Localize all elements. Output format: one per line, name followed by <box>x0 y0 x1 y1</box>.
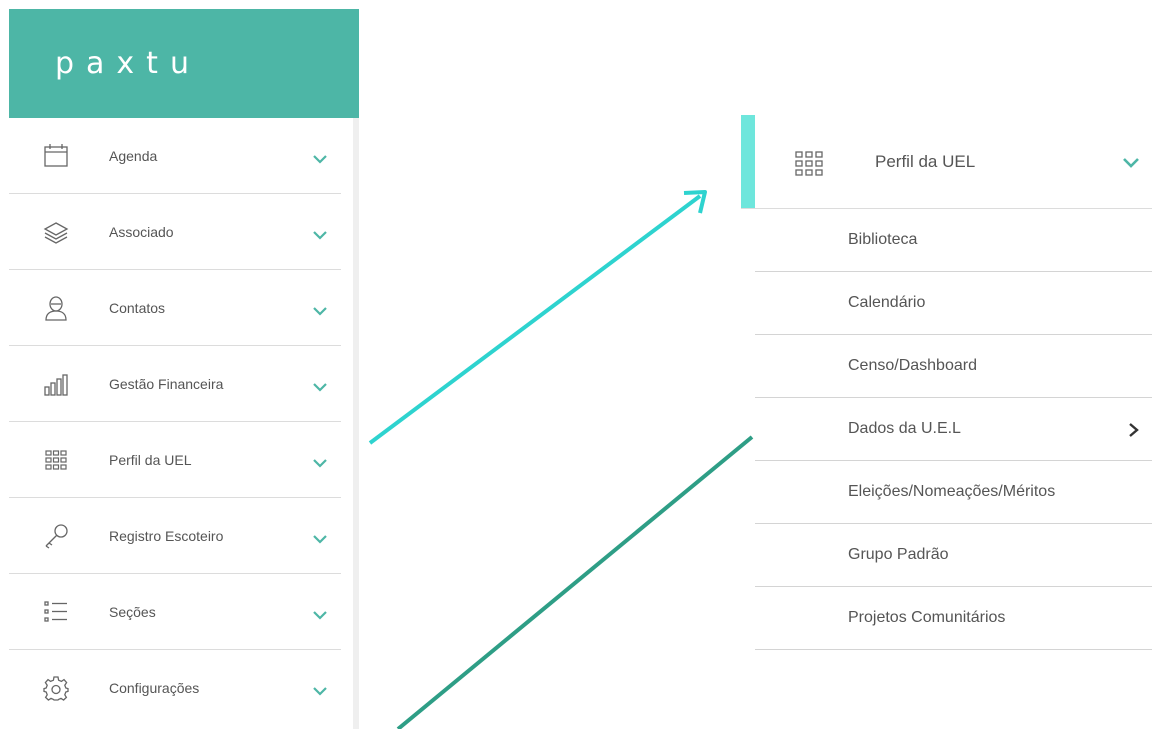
sidebar: paxtu Agenda Associado Contatos Gestão F… <box>9 9 359 729</box>
sidebar-item-agenda[interactable]: Agenda <box>9 118 341 194</box>
user-icon <box>42 294 70 322</box>
submenu-item-censo-dashboard[interactable]: Censo/Dashboard <box>755 335 1152 398</box>
submenu-item-dados-da-uel[interactable]: Dados da U.E.L <box>755 398 1152 461</box>
sidebar-item-perfil-da-uel[interactable]: Perfil da UEL <box>9 422 341 498</box>
sidebar-item-gestao-financeira[interactable]: Gestão Financeira <box>9 346 341 422</box>
submenu-item-label: Eleições/Nomeações/Méritos <box>848 483 1056 500</box>
submenu-item-label: Calendário <box>848 294 926 311</box>
chevron-down-icon[interactable] <box>312 379 328 392</box>
sidebar-item-label: Configurações <box>109 680 200 696</box>
sidebar-item-label: Contatos <box>109 299 166 316</box>
chevron-down-icon[interactable] <box>312 303 328 316</box>
calendar-icon <box>42 142 70 170</box>
sidebar-item-label: Gestão Financeira <box>109 375 224 392</box>
submenu-header-perfil-da-uel[interactable]: Perfil da UEL <box>741 115 1152 209</box>
gear-icon <box>42 674 70 702</box>
sidebar-item-label: Perfil da UEL <box>109 451 192 468</box>
submenu-item-label: Projetos Comunitários <box>848 609 1006 626</box>
submenu-item-label: Grupo Padrão <box>848 546 949 563</box>
sidebar-item-configuracoes[interactable]: Configurações <box>9 650 341 726</box>
sidebar-item-associado[interactable]: Associado <box>9 194 341 270</box>
connector-line <box>396 435 754 729</box>
submenu-item-biblioteca[interactable]: Biblioteca <box>755 209 1152 272</box>
perfil-da-uel-submenu: Perfil da UEL Biblioteca Calendário Cens… <box>741 115 1152 650</box>
chevron-down-icon[interactable] <box>312 607 328 620</box>
sidebar-item-label: Registro Escoteiro <box>109 527 224 544</box>
chevron-down-icon[interactable] <box>312 531 328 544</box>
sidebar-item-label: Seções <box>109 603 156 620</box>
submenu-item-label: Censo/Dashboard <box>848 357 977 374</box>
submenu-item-label: Biblioteca <box>848 231 918 248</box>
logo-bar: paxtu <box>9 9 359 118</box>
chevron-down-icon[interactable] <box>312 227 328 240</box>
chevron-right-icon[interactable] <box>1128 422 1140 438</box>
grid-icon <box>794 149 824 179</box>
layers-icon <box>42 218 70 246</box>
active-accent-bar <box>741 115 755 208</box>
sidebar-item-registro-escoteiro[interactable]: Registro Escoteiro <box>9 498 341 574</box>
arrow-to-submenu <box>368 190 707 445</box>
submenu-item-label: Dados da U.E.L <box>848 420 961 437</box>
submenu-header-label: Perfil da UEL <box>875 152 976 171</box>
sidebar-item-contatos[interactable]: Contatos <box>9 270 341 346</box>
list-icon <box>42 598 70 626</box>
submenu-item-projetos-comunitarios[interactable]: Projetos Comunitários <box>755 587 1152 650</box>
submenu-item-calendario[interactable]: Calendário <box>755 272 1152 335</box>
sidebar-scrollbar[interactable] <box>353 118 359 729</box>
bar-chart-icon <box>42 370 70 398</box>
chevron-down-icon[interactable] <box>312 455 328 468</box>
submenu-item-eleicoes-nomeacoes-meritos[interactable]: Eleições/Nomeações/Méritos <box>755 461 1152 524</box>
key-icon <box>42 522 70 550</box>
submenu-item-grupo-padrao[interactable]: Grupo Padrão <box>755 524 1152 587</box>
sidebar-item-secoes[interactable]: Seções <box>9 574 341 650</box>
chevron-down-icon[interactable] <box>312 151 328 164</box>
chevron-down-icon[interactable] <box>1122 156 1140 168</box>
chevron-down-icon[interactable] <box>312 683 328 696</box>
sidebar-item-label: Agenda <box>109 147 158 164</box>
sidebar-item-label: Associado <box>109 223 174 240</box>
paxtu-logo: paxtu <box>55 46 201 81</box>
grid-icon <box>42 446 70 474</box>
sidebar-menu: Agenda Associado Contatos Gestão Finance… <box>9 118 341 726</box>
